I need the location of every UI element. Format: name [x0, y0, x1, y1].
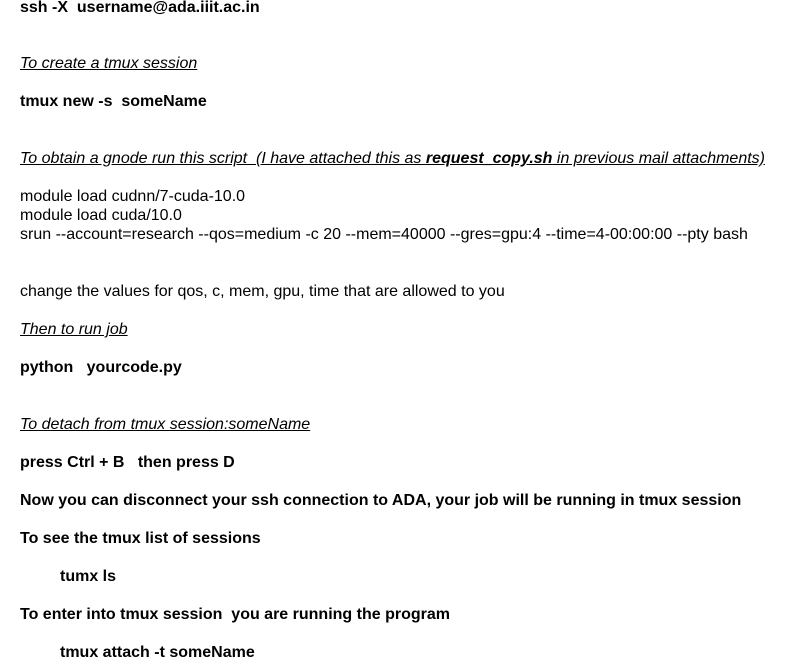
script-filename-separator: _ [483, 150, 493, 167]
script-filename-part2: copy.sh [492, 150, 553, 167]
gnode-heading: To obtain a gnode run this script (I hav… [20, 149, 765, 168]
gnode-heading-prefix: To obtain a gnode run this script (I hav… [20, 150, 426, 167]
heading-detach: To detach from tmux session:someName [20, 416, 311, 433]
script-line-srun: srun --account=research --qos=medium -c … [20, 226, 748, 243]
heading-run-job: Then to run job [20, 321, 128, 338]
gnode-heading-suffix: in previous mail attachments) [552, 150, 765, 167]
heading-create-session: To create a tmux session [20, 55, 198, 72]
python-command: python yourcode.py [20, 359, 182, 376]
ssh-command: ssh -X username@ada.iiit.ac.in [20, 0, 260, 16]
enter-session-heading: To enter into tmux session you are runni… [20, 606, 450, 623]
tmux-new-command: tmux new -s someName [20, 93, 207, 110]
script-line-module-cuda: module load cuda/10.0 [20, 207, 182, 224]
script-line-module-cudnn: module load cudnn/7-cuda-10.0 [20, 188, 246, 205]
script-filename-part1: request [425, 150, 484, 167]
change-values-note: change the values for qos, c, mem, gpu, … [20, 283, 505, 300]
list-sessions-command: tumx ls [60, 568, 117, 585]
disconnect-note: Now you can disconnect your ssh connecti… [20, 492, 742, 509]
detach-keys: press Ctrl + B then press D [20, 454, 235, 471]
list-sessions-heading: To see the tmux list of sessions [20, 530, 261, 547]
attach-command: tmux attach -t someName [60, 644, 255, 661]
